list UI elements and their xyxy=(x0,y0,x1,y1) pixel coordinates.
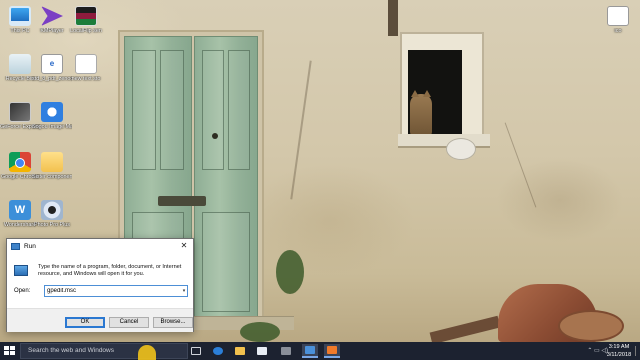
wall-crack xyxy=(290,60,312,200)
log-end xyxy=(558,310,624,342)
file-icon xyxy=(607,6,629,26)
eye-icon xyxy=(41,200,63,220)
edge-icon[interactable] xyxy=(210,344,226,358)
run-dialog: Run ✕ Type the name of a program, folder… xyxy=(6,238,194,332)
run-title-bar[interactable]: Run xyxy=(7,239,193,253)
windows-start-icon[interactable] xyxy=(4,346,15,356)
door-panel xyxy=(160,50,184,170)
run-body: Type the name of a program, folder, docu… xyxy=(7,253,193,308)
wondershare-icon: W xyxy=(9,200,31,220)
geforce-icon xyxy=(9,102,31,122)
kmplayer-icon xyxy=(41,6,63,26)
text-file-icon xyxy=(75,54,97,74)
browse-button[interactable]: Browse... xyxy=(153,317,193,328)
plant xyxy=(276,250,304,294)
desktop-icon-sogou[interactable]: Sogou Image Maker xyxy=(32,102,72,131)
store-icon[interactable] xyxy=(254,344,270,358)
plant xyxy=(240,322,280,342)
show-desktop-button[interactable] xyxy=(635,346,639,356)
wooden-beam xyxy=(429,315,501,342)
clock-date: 3/11/2018 xyxy=(606,352,632,358)
run-taskbar-icon[interactable] xyxy=(302,344,318,358)
task-view-icon[interactable] xyxy=(188,344,204,358)
ok-button[interactable]: OK xyxy=(65,317,105,328)
recycle-bin-icon xyxy=(9,54,31,74)
chrome-icon xyxy=(9,152,31,172)
stone xyxy=(446,138,476,160)
pdf-file-icon: e xyxy=(41,54,63,74)
recorder-taskbar-icon[interactable] xyxy=(324,344,340,358)
open-label: Open: xyxy=(14,288,31,294)
wall-crack xyxy=(504,122,537,208)
flag-app-icon xyxy=(75,6,97,26)
run-description: Type the name of a program, folder, docu… xyxy=(38,264,182,277)
taskbar-clock[interactable]: 3:19 AM 3/11/2018 xyxy=(604,343,634,359)
window-ledge xyxy=(398,134,490,148)
door-knob xyxy=(212,133,218,139)
run-app-icon xyxy=(11,242,20,250)
file-explorer-icon[interactable] xyxy=(232,344,248,358)
close-button[interactable]: ✕ xyxy=(178,240,190,252)
desktop-icon-photo-pro[interactable]: Photo Pro Plus xyxy=(32,200,72,229)
cat xyxy=(410,94,432,136)
cancel-button[interactable]: Cancel xyxy=(109,317,149,328)
clock-time: 3:19 AM xyxy=(608,344,630,350)
door-panel xyxy=(228,50,250,170)
cat-ear xyxy=(423,90,431,97)
open-input[interactable] xyxy=(44,285,188,297)
desktop-icon-ico[interactable]: ico xyxy=(598,6,638,35)
run-title: Run xyxy=(24,242,36,250)
chevron-down-icon[interactable]: ▾ xyxy=(180,286,188,296)
folder-icon xyxy=(41,152,63,172)
desktop-icon-text-file[interactable]: new text sto xyxy=(66,54,106,83)
taskbar-search-box[interactable]: Search the web and Windows xyxy=(20,343,188,359)
cursor-highlight xyxy=(138,345,156,360)
taskbar: Search the web and Windows ⌃ ▭ ◁) 3:19 A… xyxy=(0,342,640,360)
desktop-icon-folder[interactable]: Sister components xyxy=(32,152,72,181)
run-window-icon xyxy=(14,265,28,276)
door-panel xyxy=(132,50,156,170)
desktop-icon-localflip[interactable]: LocalFlip sen xyxy=(66,6,106,35)
media-player-icon[interactable] xyxy=(278,344,294,358)
door-latch xyxy=(158,196,206,206)
door-panel xyxy=(202,212,250,312)
sogou-icon xyxy=(41,102,63,122)
wall-pipe xyxy=(388,0,398,36)
door-panel xyxy=(202,50,224,170)
cat-ear xyxy=(411,90,419,97)
computer-icon xyxy=(9,6,31,26)
